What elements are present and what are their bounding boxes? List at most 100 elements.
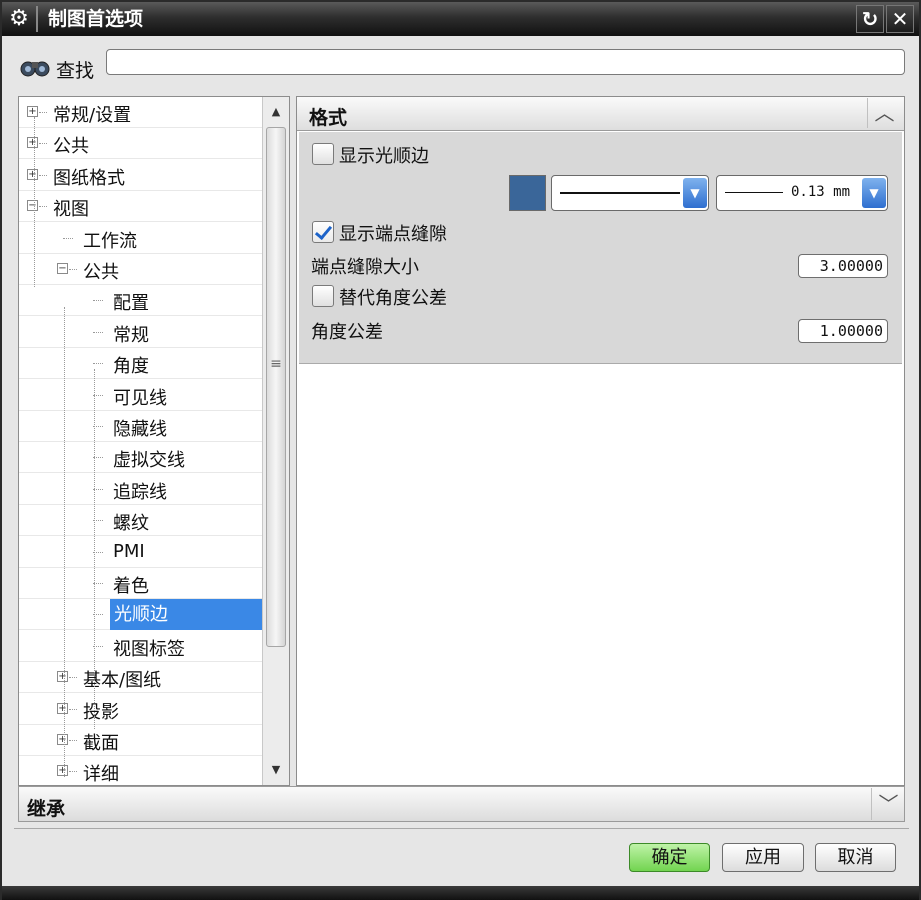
tree-connector [94,369,95,729]
tree-item[interactable]: 视图标签 [19,631,262,662]
show-endpoint-gap-label: 显示端点缝隙 [339,224,447,245]
tree-item-label: 角度 [113,356,149,378]
tree-item[interactable]: − 视图 [19,191,262,223]
title-bar: ⚙ 制图首选项 ↻ ✕ [2,2,919,36]
show-endpoint-gap-checkbox[interactable] [312,221,334,243]
cancel-button[interactable]: 取消 [815,843,896,872]
show-smooth-edges-label: 显示光顺边 [339,146,429,167]
expand-icon[interactable]: + [57,734,68,745]
close-icon[interactable]: ✕ [886,5,914,33]
reset-icon[interactable]: ↻ [856,5,884,33]
tree-item-label: 追踪线 [113,481,167,503]
tree-item[interactable]: 配置 [19,285,262,317]
dropdown-arrow-icon[interactable]: ▼ [862,178,886,208]
tree-connector [93,300,103,302]
search-input[interactable] [106,49,905,75]
tree-connector [69,677,77,679]
tree-scrollbar[interactable]: ▲ ≡ ▼ [262,97,289,785]
tree-item[interactable]: + 投影 [19,694,262,725]
tree-item[interactable]: + 常规/设置 [19,97,262,128]
tree-item[interactable]: 工作流 [19,223,262,254]
scroll-up-icon[interactable]: ▲ [263,99,289,125]
line-width-value: 0.13 mm [791,184,851,200]
tree-item[interactable]: 螺纹 [19,505,262,537]
tree-item-label: 图纸格式 [53,167,125,189]
scroll-down-icon[interactable]: ▼ [263,757,289,783]
gear-icon[interactable]: ⚙ [6,6,32,32]
tree-item-label: 着色 [113,576,149,597]
endpoint-gap-size-input[interactable]: 3.00000 [798,254,888,278]
tree-item-label: 常规 [113,324,149,346]
line-color-swatch[interactable] [509,175,546,211]
tree-item-label: 公共 [53,136,89,158]
title-separator [36,6,38,32]
tree-item[interactable]: 虚拟交线 [19,442,262,474]
divider [14,828,909,829]
tree-connector [69,771,77,773]
tree-item[interactable]: + 详细 [19,756,262,786]
line-width-dropdown[interactable]: 0.13 mm ▼ [716,175,888,211]
expand-icon[interactable]: + [57,671,68,683]
line-width-preview [725,192,783,193]
endpoint-gap-size-label: 端点缝隙大小 [311,257,419,278]
show-smooth-edges-checkbox[interactable] [312,143,334,165]
window-bottom-edge [2,886,919,900]
tree-item[interactable]: PMI [19,537,262,568]
format-section-body: 显示光顺边 ▼ 0.13 mm ▼ 显示端点缝隙 端点缝隙大小 3.00000 … [299,132,902,364]
scroll-thumb[interactable]: ≡ [266,127,286,647]
collapse-icon[interactable]: − [27,200,38,212]
tree-item-label: PMI [113,540,145,562]
tree-item[interactable]: 角度 [19,348,262,380]
search-label: 查找 [56,60,95,82]
tree-item-label: 隐藏线 [113,419,167,440]
tree-item-label: 视图标签 [113,638,185,660]
format-section-title: 格式 [309,107,348,129]
tree-item[interactable]: 可见线 [19,380,262,411]
override-angle-tolerance-checkbox[interactable] [312,285,334,307]
format-section-header[interactable]: 格式 ︿ [297,97,904,131]
angle-tolerance-label: 角度公差 [311,322,383,343]
tree-item[interactable]: − 公共 [19,254,262,285]
collapse-icon[interactable]: − [57,263,68,274]
tree-item[interactable]: + 基本/图纸 [19,662,262,694]
drafting-preferences-dialog: ⚙ 制图首选项 ↻ ✕ 查找 + 常规/设置 + 公共 + 图纸格式 − 视图 工作流 − 公共 配置… [0,0,921,900]
tree-connector [69,708,77,710]
apply-button[interactable]: 应用 [722,843,804,872]
tree-connector [69,740,77,741]
tree-connector [63,237,73,239]
tree-item[interactable]: 光顺边 [19,599,262,631]
tree-item[interactable]: + 截面 [19,725,262,756]
tree-item[interactable]: 追踪线 [19,474,262,505]
tree-connector [93,363,103,365]
tree-item-label: 投影 [83,701,119,723]
dialog-title: 制图首选项 [48,8,144,30]
tree-item[interactable]: 着色 [19,568,262,599]
expand-icon[interactable]: + [27,168,38,180]
line-font-dropdown[interactable]: ▼ [551,175,709,211]
angle-tolerance-input[interactable]: 1.00000 [798,319,888,343]
tree-item[interactable]: 隐藏线 [19,411,262,442]
tree-item[interactable]: 常规 [19,317,262,348]
format-panel: 格式 ︿ 显示光顺边 ▼ 0.13 mm ▼ 显示端点缝隙 端点缝隙大小 3.0… [296,96,905,786]
expand-icon[interactable]: + [27,137,38,149]
expand-icon[interactable]: + [57,765,68,777]
expand-icon[interactable]: + [57,702,68,714]
tree-item-label: 详细 [83,764,119,786]
dropdown-arrow-icon[interactable]: ▼ [683,178,707,208]
tree-item-label: 常规/设置 [53,105,132,126]
ok-button[interactable]: 确定 [629,843,710,872]
tree-connector [69,269,77,270]
tree-connector [93,331,103,333]
tree-item-label: 虚拟交线 [113,450,185,472]
tree-item-label: 螺纹 [113,513,149,535]
tree-connector [39,143,47,145]
line-font-preview [560,192,680,194]
tree-item-label: 配置 [113,293,149,315]
tree-item[interactable]: + 图纸格式 [19,160,262,191]
inherit-section-header[interactable]: 继承 ﹀ [18,786,905,822]
tree-item[interactable]: + 公共 [19,128,262,160]
expand-icon[interactable]: + [27,106,38,117]
chevron-up-icon[interactable]: ︿ [867,98,901,128]
tree-connector [34,117,35,287]
chevron-down-icon[interactable]: ﹀ [871,788,905,820]
